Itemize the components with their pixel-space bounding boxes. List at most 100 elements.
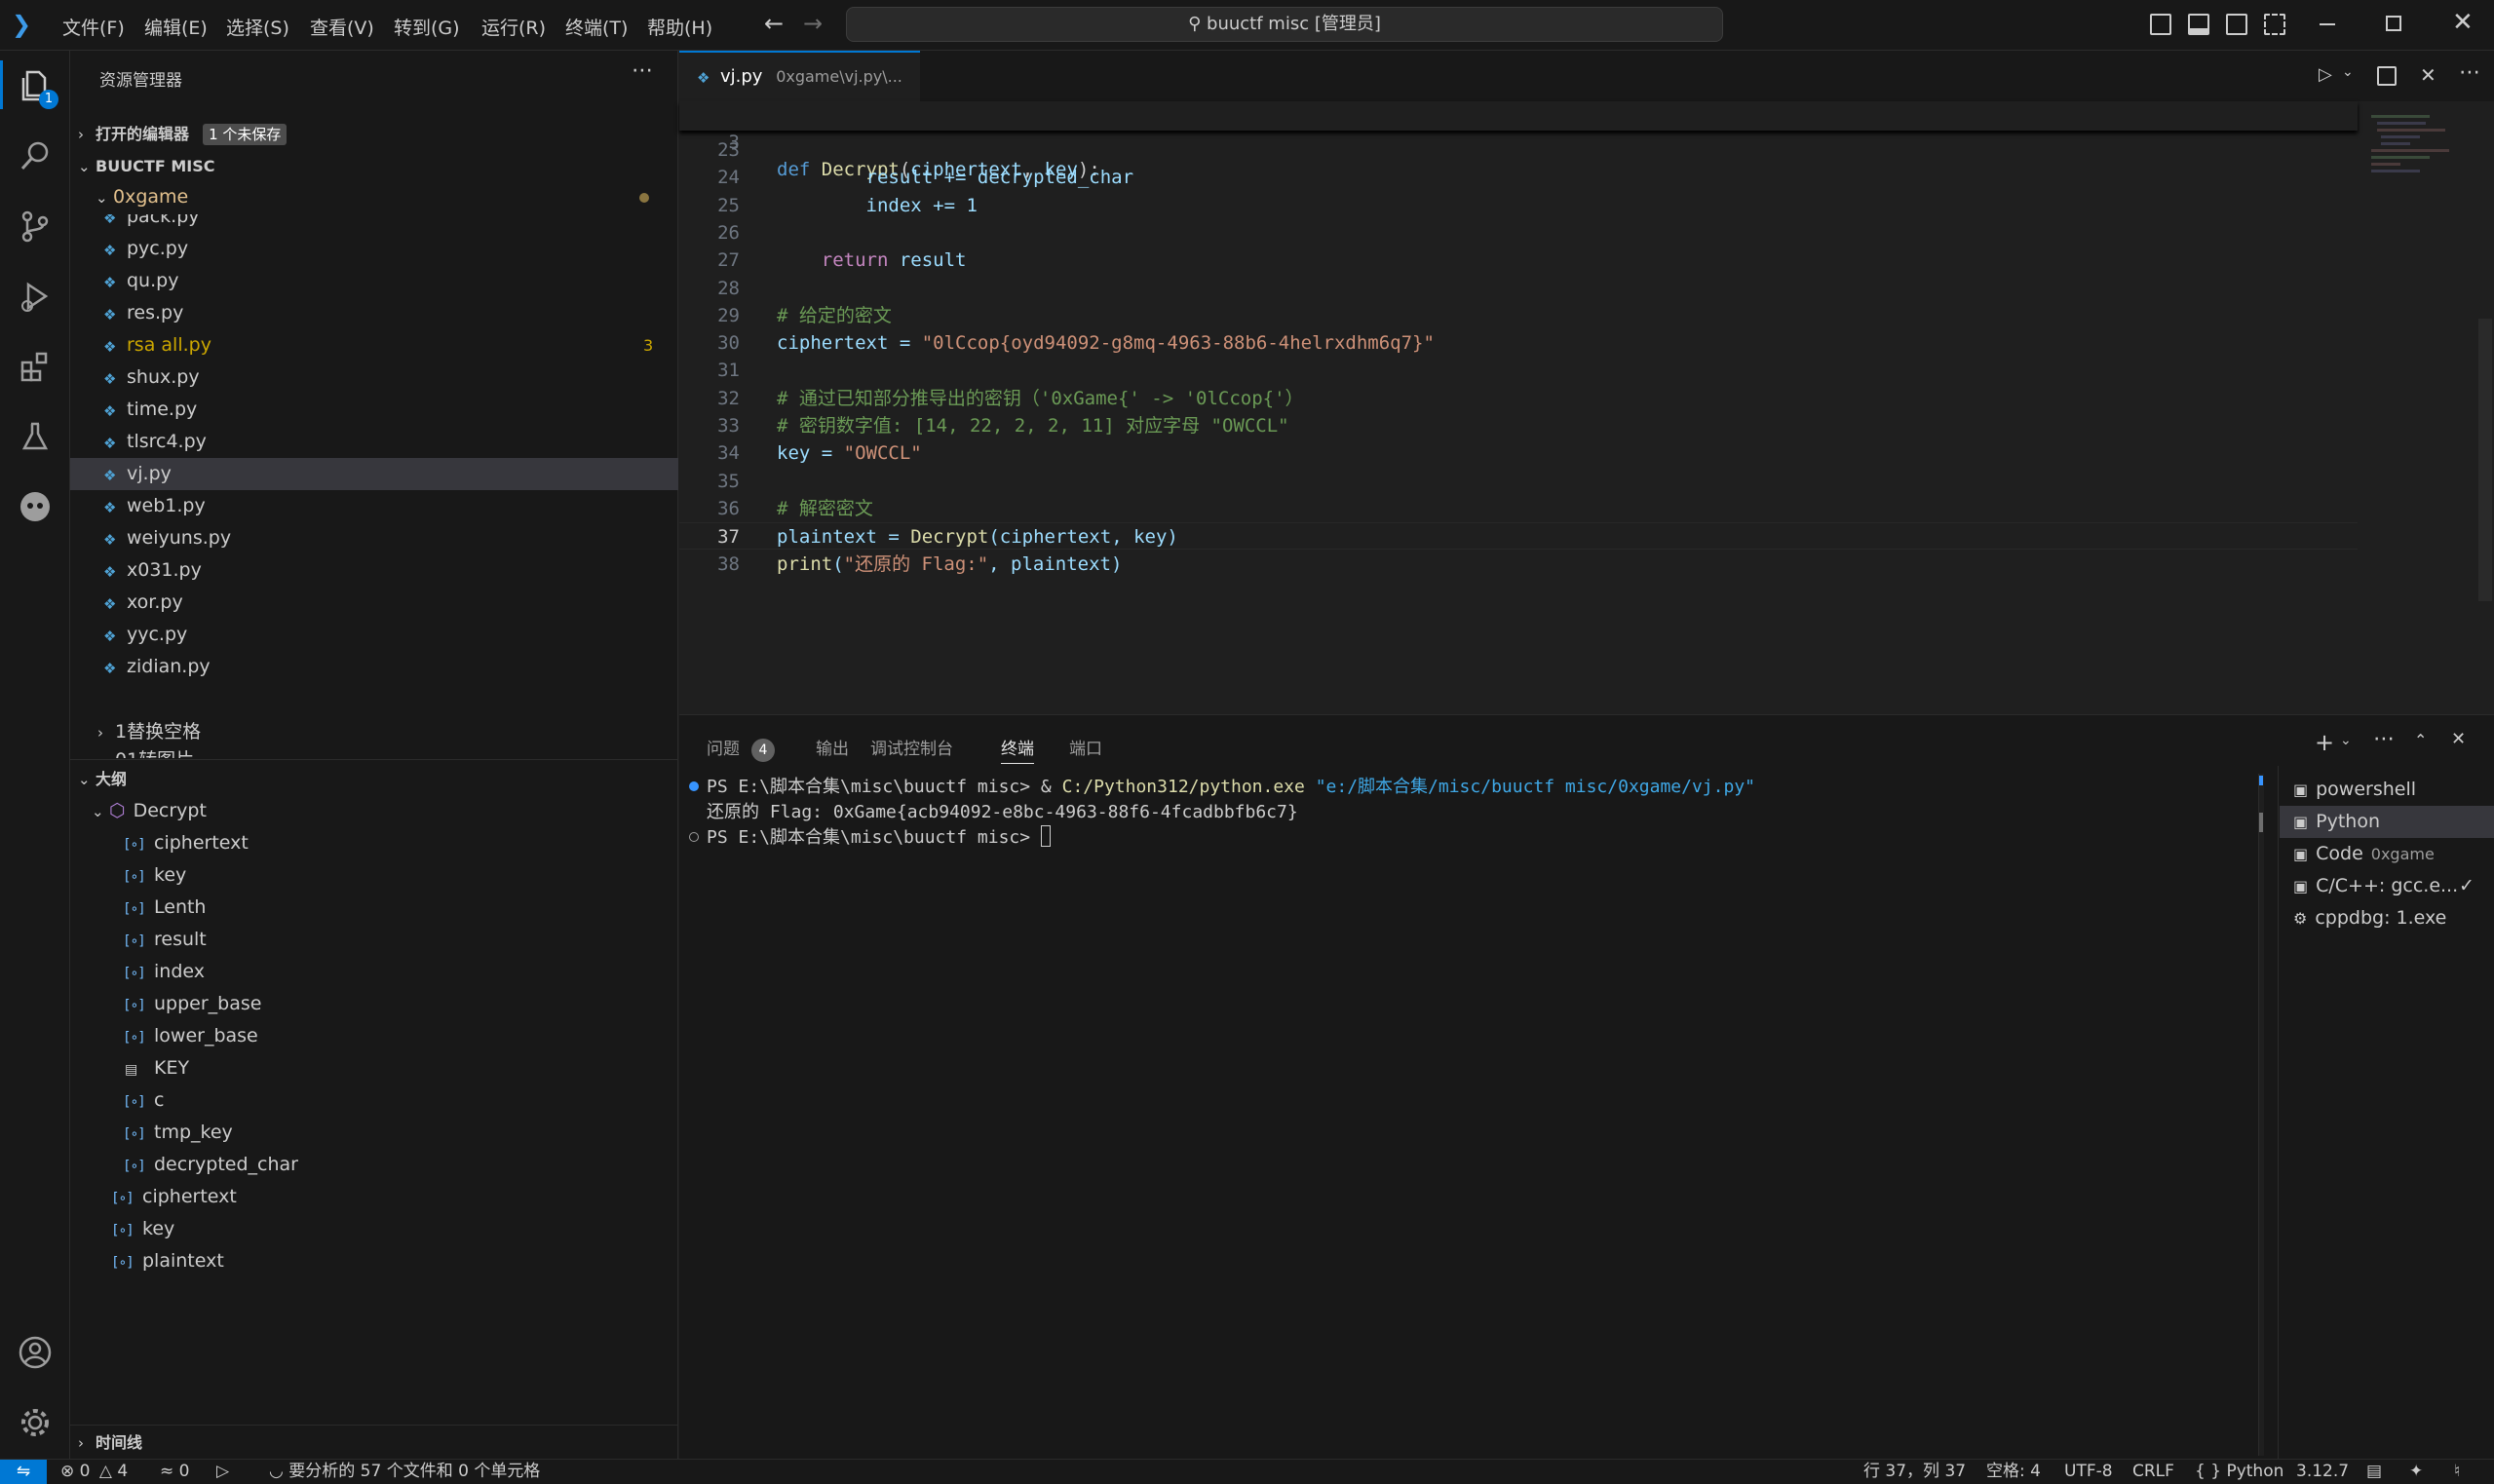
code-area[interactable]: 23 24 result += decrypted_char 25 index +=… (679, 136, 2358, 682)
editor-tab-vj[interactable]: ❖ vj.py 0xgame\vj.py\... (679, 51, 920, 101)
file-item[interactable]: ❖ web1.py (70, 490, 678, 522)
code-line[interactable]: 30 ciphertext = "0lCcop{oyd94092-g8mq-496… (679, 329, 2358, 357)
code-line[interactable]: 23 (679, 136, 2358, 164)
maximize-panel-icon[interactable]: ⌃ (2414, 731, 2427, 749)
panel-tab[interactable]: 端口 (1069, 735, 1102, 759)
encoding[interactable]: UTF-8 (2064, 1460, 2113, 1484)
terminal-instance[interactable]: ▣ Python (2280, 806, 2494, 838)
file-item[interactable]: ❖ rsa all.py 3 (70, 329, 678, 361)
menu-item[interactable]: 文件(F) (62, 14, 125, 40)
terminal-instance[interactable]: ▣ Code 0xgame (2280, 838, 2494, 870)
file-item[interactable]: ❖ pyc.py (70, 233, 678, 265)
source-control-icon[interactable] (14, 205, 57, 247)
menu-item[interactable]: 查看(V) (310, 14, 374, 40)
code-line[interactable]: 27 return result (679, 247, 2358, 274)
back-arrow-icon[interactable]: ← (764, 10, 784, 37)
minimap[interactable] (2363, 101, 2492, 705)
toggle-secondary-sidebar-icon[interactable] (2226, 14, 2247, 35)
extensions-icon[interactable] (14, 345, 57, 388)
file-item[interactable]: ❖ tlsrc4.py (70, 426, 678, 458)
testing-flask-icon[interactable] (14, 415, 57, 458)
chevron-down-icon[interactable]: ⌄ (2340, 733, 2352, 748)
ports-status[interactable]: ≈ 0 (160, 1460, 189, 1484)
file-item[interactable]: ❖ time.py (70, 394, 678, 426)
minimize-icon[interactable] (2320, 23, 2335, 25)
menu-item[interactable]: 转到(G) (394, 14, 460, 40)
python-version[interactable]: 3.12.7 (2296, 1460, 2349, 1484)
outline-item[interactable]: [∘] plaintext (70, 1245, 678, 1277)
more-actions-icon[interactable]: ⋯ (2373, 727, 2395, 751)
code-line[interactable]: 38 print("还原的 Flag:", plaintext) (679, 551, 2358, 578)
folder-01-to-image[interactable]: ›01转图片 (70, 744, 678, 758)
forward-arrow-icon[interactable]: → (803, 10, 823, 37)
add-terminal-icon[interactable]: + (2315, 729, 2334, 756)
folder-0xgame[interactable]: ⌄ 0xgame (70, 181, 678, 213)
outline-item[interactable]: [∘] tmp_key (70, 1117, 678, 1149)
outline-item[interactable]: [∘] result (70, 924, 678, 956)
file-item[interactable]: ❖ zidian.py (70, 651, 678, 683)
file-item[interactable]: ❖ vj.py (70, 458, 678, 490)
copilot-icon[interactable]: ✦ (2409, 1460, 2423, 1484)
code-line[interactable]: 24 result += decrypted_char (679, 164, 2358, 191)
outline-item[interactable]: [∘] key (70, 1213, 678, 1245)
customize-layout-icon[interactable] (2264, 14, 2285, 35)
close-window-icon[interactable]: ✕ (2452, 8, 2474, 37)
outline-item[interactable]: [∘] c (70, 1084, 678, 1117)
sticky-scroll-line[interactable]: 3 def Decrypt(ciphertext, key): (679, 101, 2358, 180)
chevron-down-icon[interactable]: ⌄ (2342, 64, 2354, 80)
outline-item[interactable]: [∘] ciphertext (70, 827, 678, 859)
workspace-section[interactable]: ⌄ BUUCTF MISC (70, 150, 678, 182)
language-mode[interactable]: { } Python (2195, 1460, 2283, 1484)
code-line[interactable]: 28 (679, 275, 2358, 302)
outline-item-decrypt[interactable]: ⌄ ⬡ Decrypt (70, 795, 678, 827)
code-line[interactable]: 37 plaintext = Decrypt(ciphertext, key) (679, 522, 2358, 551)
menu-item[interactable]: 选择(S) (226, 14, 289, 40)
toggle-panel-icon[interactable] (2188, 14, 2209, 35)
outline-item[interactable]: ▤ KEY (70, 1052, 678, 1084)
terminal-line-3[interactable]: PS E:\脚本合集\misc\buuctf misc> (707, 825, 1051, 851)
file-item[interactable]: ❖ pack.py (70, 214, 678, 233)
split-editor-icon[interactable] (2377, 66, 2397, 86)
outline-item[interactable]: [∘] upper_base (70, 988, 678, 1020)
notifications-bell-icon[interactable]: ♮ (2454, 1460, 2460, 1484)
close-panel-icon[interactable]: ✕ (2451, 729, 2466, 749)
code-line[interactable]: 32 # 通过已知部分推导出的密钥（'0xGame{' -> '0lCcop{'） (679, 385, 2358, 412)
menu-item[interactable]: 终端(T) (565, 14, 628, 40)
more-actions-icon[interactable]: ⋯ (632, 58, 653, 83)
problems-status[interactable]: ⊗ 0 △ 4 (60, 1460, 128, 1484)
cursor-position[interactable]: 行 37，列 37 (1863, 1460, 1966, 1484)
file-item[interactable]: ❖ x031.py (70, 554, 678, 587)
panel-tab[interactable]: 问题 4 (707, 735, 775, 762)
indentation[interactable]: 空格: 4 (1986, 1460, 2041, 1484)
code-line[interactable]: 26 (679, 219, 2358, 247)
outline-section[interactable]: ⌄ 大纲 (70, 763, 678, 795)
file-item[interactable]: ❖ yyc.py (70, 619, 678, 651)
menu-item[interactable]: 帮助(H) (647, 14, 712, 40)
explorer-icon[interactable]: 1 (14, 64, 58, 109)
remote-indicator[interactable]: ⇋ (0, 1460, 47, 1484)
run-debug-icon[interactable] (14, 275, 57, 318)
code-line[interactable]: 35 (679, 468, 2358, 495)
outline-item[interactable]: [∘] index (70, 956, 678, 988)
restore-icon[interactable] (2386, 16, 2401, 31)
timeline-section[interactable]: › 时间线 (70, 1427, 678, 1459)
debug-status-icon[interactable]: ▷ (216, 1460, 229, 1484)
search-view-icon[interactable] (14, 134, 57, 177)
terminal-instance[interactable]: ⚙ cppdbg: 1.exe (2280, 902, 2494, 934)
line-ending[interactable]: CRLF (2132, 1460, 2174, 1484)
code-line[interactable]: 25 index += 1 (679, 192, 2358, 219)
outline-item[interactable]: [∘] key (70, 859, 678, 892)
layout-icon[interactable]: ▤ (2366, 1460, 2382, 1484)
menu-item[interactable]: 编辑(E) (144, 14, 208, 40)
run-python-icon[interactable]: ▷ (2319, 64, 2332, 85)
file-item[interactable]: ❖ weiyuns.py (70, 522, 678, 554)
code-line[interactable]: 34 key = "OWCCL" (679, 439, 2358, 467)
outline-item[interactable]: [∘] ciphertext (70, 1181, 678, 1213)
accounts-icon[interactable] (14, 1331, 57, 1374)
editor-scrollbar[interactable] (2478, 319, 2492, 601)
menu-item[interactable]: 运行(R) (481, 14, 546, 40)
open-editors-section[interactable]: › 打开的编辑器 1 个未保存 (70, 118, 678, 150)
file-item[interactable]: ❖ xor.py (70, 587, 678, 619)
code-line[interactable]: 33 # 密钥数字值: [14, 22, 2, 2, 11] 对应字母 "OWCC… (679, 412, 2358, 439)
panel-tab[interactable]: 调试控制台 (870, 735, 953, 759)
